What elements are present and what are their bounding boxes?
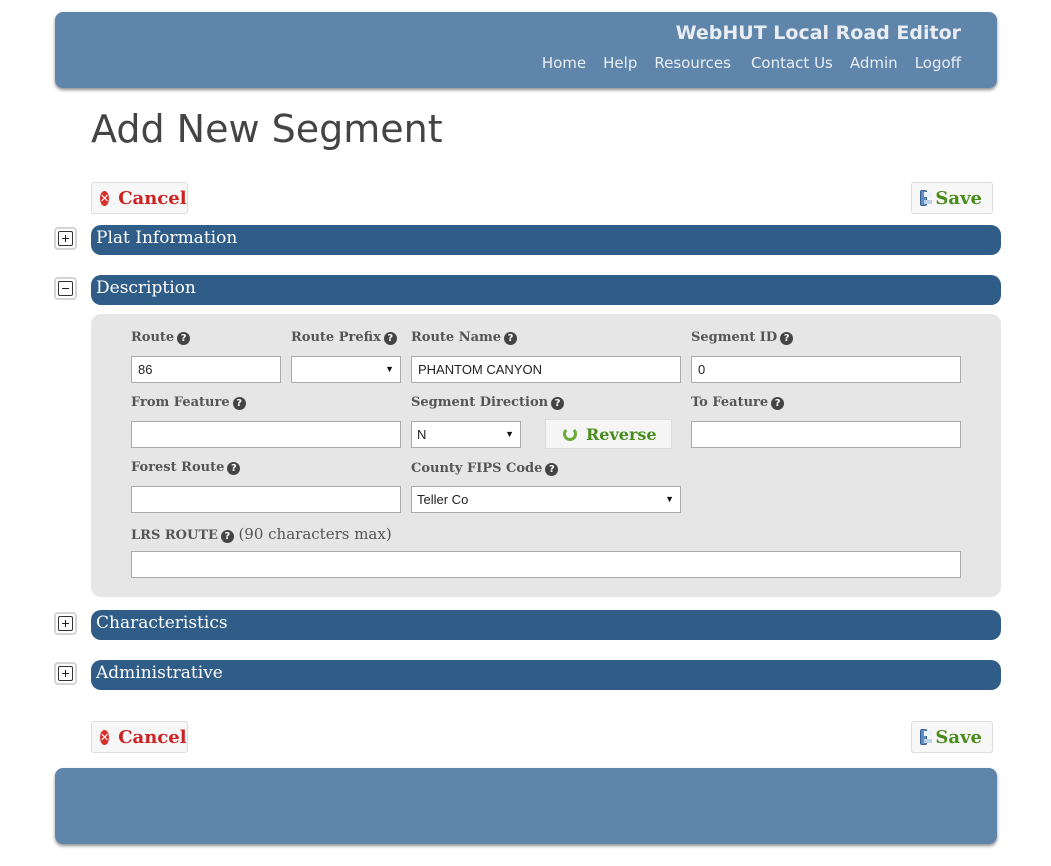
close-circle-icon: ✕ xyxy=(100,190,110,206)
footer-banner xyxy=(55,768,997,844)
route-prefix-label: Route Prefix? xyxy=(291,330,397,345)
route-prefix-select[interactable]: ▼ xyxy=(291,356,401,383)
plus-square-icon xyxy=(58,616,73,631)
section-description[interactable]: Description xyxy=(91,275,1001,305)
plus-square-icon xyxy=(58,666,73,681)
help-icon[interactable]: ? xyxy=(780,332,794,345)
save-label: Save xyxy=(935,187,982,209)
lrs-route-input[interactable] xyxy=(131,551,961,578)
county-fips-label: County FIPS Code? xyxy=(411,461,559,476)
section-characteristics[interactable]: Characteristics xyxy=(91,610,1001,640)
route-name-label: Route Name? xyxy=(411,330,518,345)
lrs-route-label: LRS ROUTE? (90 characters max) xyxy=(131,525,392,543)
save-button-top[interactable]: Save xyxy=(911,182,993,214)
from-feature-label: From Feature? xyxy=(131,395,246,410)
floppy-disk-icon xyxy=(920,729,933,745)
nav-logoff[interactable]: Logoff xyxy=(915,54,961,72)
help-icon[interactable]: ? xyxy=(227,462,241,475)
nav-resources[interactable]: Resources xyxy=(654,54,731,72)
save-label: Save xyxy=(935,726,982,748)
section-plat-information[interactable]: Plat Information xyxy=(91,225,1001,255)
collapse-description-toggle[interactable] xyxy=(54,277,77,300)
cancel-label: Cancel xyxy=(118,726,187,748)
from-feature-input[interactable] xyxy=(131,421,401,448)
segment-direction-label: Segment Direction? xyxy=(411,395,565,410)
expand-characteristics-toggle[interactable] xyxy=(54,612,77,635)
help-icon[interactable]: ? xyxy=(545,463,559,476)
expand-plat-information-toggle[interactable] xyxy=(54,227,77,250)
county-fips-select[interactable]: Teller Co ▼ xyxy=(411,486,681,513)
dropdown-arrow-icon: ▼ xyxy=(385,364,394,374)
nav-help[interactable]: Help xyxy=(603,54,637,72)
refresh-icon xyxy=(563,427,577,441)
save-button-bottom[interactable]: Save xyxy=(911,721,993,753)
segment-direction-select[interactable]: N ▼ xyxy=(411,421,521,448)
county-fips-value: Teller Co xyxy=(417,492,469,507)
expand-administrative-toggle[interactable] xyxy=(54,662,77,685)
help-icon[interactable]: ? xyxy=(504,332,518,345)
floppy-disk-icon xyxy=(920,190,933,206)
reverse-label: Reverse xyxy=(586,424,657,444)
route-input[interactable]: 86 xyxy=(131,356,281,383)
forest-route-input[interactable] xyxy=(131,486,401,513)
page-title: Add New Segment xyxy=(91,107,443,151)
app-title: WebHUT Local Road Editor xyxy=(675,22,961,44)
forest-route-label: Forest Route? xyxy=(131,460,241,475)
help-icon[interactable]: ? xyxy=(383,332,397,345)
route-label: Route? xyxy=(131,330,191,345)
route-name-input[interactable]: PHANTOM CANYON xyxy=(411,356,681,383)
help-icon[interactable]: ? xyxy=(232,397,246,410)
dropdown-arrow-icon: ▼ xyxy=(665,494,674,504)
cancel-label: Cancel xyxy=(118,187,187,209)
nav-contact-us[interactable]: Contact Us xyxy=(751,54,833,72)
help-icon[interactable]: ? xyxy=(771,397,785,410)
plus-square-icon xyxy=(58,231,73,246)
main-nav: Home Help Resources Contact Us Admin Log… xyxy=(525,54,961,72)
lrs-route-note: (90 characters max) xyxy=(238,525,392,543)
segment-id-label: Segment ID? xyxy=(691,330,794,345)
segment-id-input[interactable]: 0 xyxy=(691,356,961,383)
minus-square-icon xyxy=(58,281,73,296)
to-feature-label: To Feature? xyxy=(691,395,785,410)
segment-direction-value: N xyxy=(417,427,427,442)
reverse-button[interactable]: Reverse xyxy=(545,419,672,449)
to-feature-input[interactable] xyxy=(691,421,961,448)
help-icon[interactable]: ? xyxy=(220,530,234,543)
dropdown-arrow-icon: ▼ xyxy=(505,429,514,439)
cancel-button-top[interactable]: ✕ Cancel xyxy=(91,182,188,214)
section-administrative[interactable]: Administrative xyxy=(91,660,1001,690)
help-icon[interactable]: ? xyxy=(177,332,191,345)
close-circle-icon: ✕ xyxy=(100,729,110,745)
nav-admin[interactable]: Admin xyxy=(850,54,898,72)
cancel-button-bottom[interactable]: ✕ Cancel xyxy=(91,721,188,753)
nav-home[interactable]: Home xyxy=(542,54,586,72)
header-banner: WebHUT Local Road Editor Home Help Resou… xyxy=(55,12,997,88)
help-icon[interactable]: ? xyxy=(551,397,565,410)
